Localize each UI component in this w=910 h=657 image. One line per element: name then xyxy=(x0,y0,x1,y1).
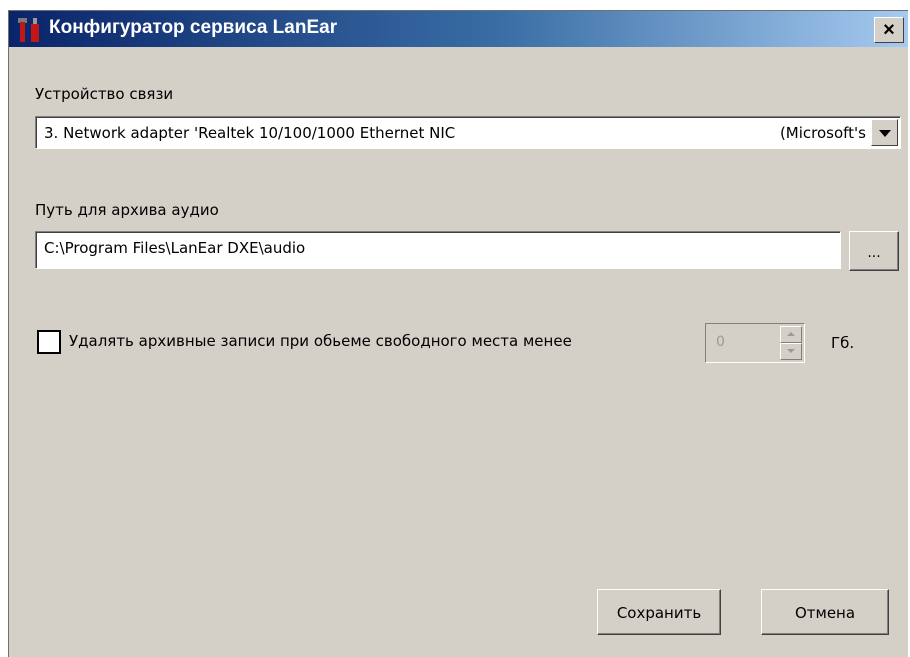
device-label: Устройство связи xyxy=(35,85,174,103)
device-selected-value: 3. Network adapter 'Realtek 10/100/1000 … xyxy=(44,124,456,142)
chevron-down-icon[interactable] xyxy=(871,119,898,146)
threshold-spinner[interactable]: 0 xyxy=(705,323,805,363)
cancel-button[interactable]: Отмена xyxy=(761,589,889,635)
close-button[interactable]: × xyxy=(874,17,904,43)
spin-down-arrow-icon[interactable] xyxy=(780,343,802,360)
tools-icon xyxy=(18,18,39,42)
configurator-window: Конфигуратор сервиса LanEar × Устройство… xyxy=(8,10,908,657)
threshold-unit: Гб. xyxy=(831,334,855,352)
cleanup-checkbox-label[interactable]: Удалять архивные записи при обьеме свобо… xyxy=(69,332,572,350)
archive-path-input[interactable]: C:\Program Files\LanEar DXE\audio xyxy=(35,231,841,269)
cleanup-checkbox[interactable] xyxy=(37,330,61,354)
device-select[interactable]: 3. Network adapter 'Realtek 10/100/1000 … xyxy=(35,116,901,149)
save-button[interactable]: Сохранить xyxy=(597,589,721,635)
browse-button[interactable]: ... xyxy=(849,231,899,271)
spin-up-arrow-icon[interactable] xyxy=(780,326,802,343)
title-bar[interactable]: Конфигуратор сервиса LanEar × xyxy=(9,11,908,47)
device-selected-suffix: (Microsoft's xyxy=(779,124,866,142)
archive-path-label: Путь для архива аудио xyxy=(35,201,219,219)
archive-path-value: C:\Program Files\LanEar DXE\audio xyxy=(44,239,306,257)
threshold-value: 0 xyxy=(716,334,725,350)
window-title: Конфигуратор сервиса LanEar xyxy=(49,17,338,38)
